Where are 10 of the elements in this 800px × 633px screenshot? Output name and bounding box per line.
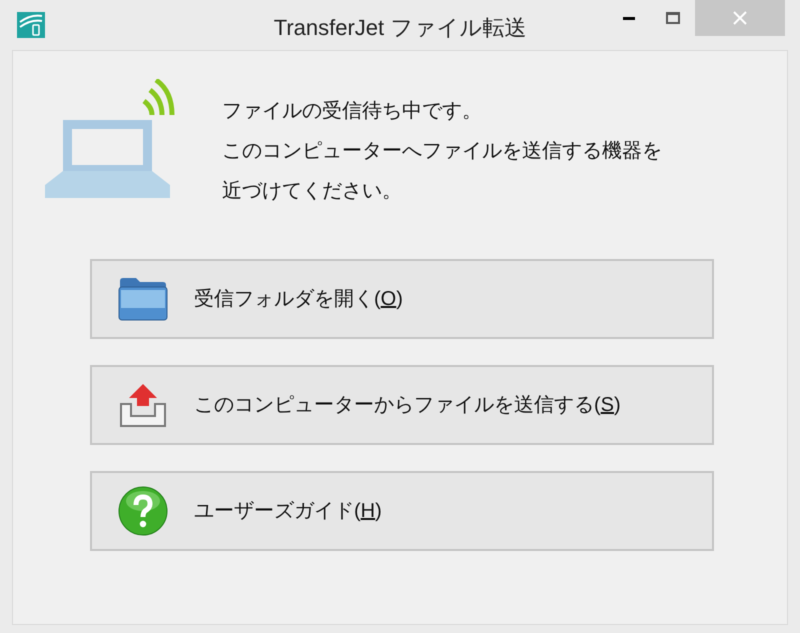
app-icon: [17, 12, 45, 38]
upload-tray-icon: [117, 382, 169, 428]
action-button[interactable]: ユーザーズガイド(H): [90, 471, 714, 551]
window-title: TransferJet ファイル転送: [272, 14, 528, 42]
close-icon: [733, 11, 747, 25]
help-icon: [118, 486, 168, 536]
status-message: ファイルの受信待ち中です。 このコンピューターへファイルを送信する機器を 近づけてください。: [222, 99, 662, 204]
action-button[interactable]: このコンピューターからファイルを送信する(S): [90, 365, 714, 445]
action-button[interactable]: 受信フォルダを開く(O): [90, 259, 714, 339]
folder-icon: [118, 277, 168, 321]
